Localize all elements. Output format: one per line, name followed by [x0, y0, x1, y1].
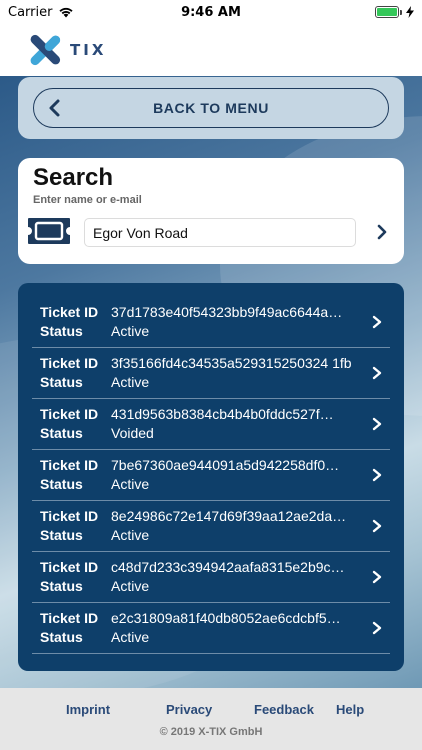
ticket-id-value: 3f35166fd4c34535a529315250324 1fb — [111, 355, 352, 371]
ticket-row[interactable]: Ticket ID 431d9563b8384cb4b4b0fddc527f… S… — [32, 399, 390, 450]
ticket-status-label: Status — [40, 374, 83, 390]
copyright: © 2019 X-TIX GmbH — [159, 726, 263, 738]
wifi-icon — [59, 7, 74, 18]
ticket-icon — [28, 218, 70, 244]
chevron-right-icon — [372, 519, 382, 533]
ticket-status-value: Active — [111, 527, 150, 543]
ticket-list: Ticket ID 37d1783e40f54323bb9f49ac6644a… … — [18, 283, 404, 671]
chevron-right-icon — [372, 468, 382, 482]
ticket-status-value: Active — [111, 629, 150, 645]
footer-link-feedback[interactable]: Feedback — [254, 702, 314, 717]
logo-text: TIX — [70, 41, 107, 59]
ticket-status-value: Active — [111, 476, 150, 492]
footer-link-privacy[interactable]: Privacy — [166, 702, 212, 717]
ticket-status-value: Voided — [111, 425, 154, 441]
footer-links: Imprint Privacy Feedback Help — [0, 702, 422, 720]
ticket-id-value: 37d1783e40f54323bb9f49ac6644a… — [111, 304, 343, 320]
search-subtitle: Enter name or e-mail — [33, 194, 142, 206]
battery-icon — [375, 6, 402, 18]
ticket-id-value: 8e24986c72e147d69f39aa12ae2da… — [111, 508, 347, 524]
search-title: Search — [33, 164, 114, 191]
back-to-menu-label: BACK TO MENU — [153, 100, 269, 116]
x-logo-icon — [30, 34, 61, 66]
chevron-left-icon — [49, 99, 60, 117]
ticket-status-label: Status — [40, 476, 83, 492]
footer-link-help[interactable]: Help — [336, 702, 364, 717]
ticket-row[interactable]: Ticket ID 37d1783e40f54323bb9f49ac6644a… … — [32, 297, 390, 348]
ticket-row[interactable]: Ticket ID c48d7d233c394942aafa8315e2b9c… … — [32, 552, 390, 603]
chevron-right-icon — [372, 570, 382, 584]
ticket-id-value: c48d7d233c394942aafa8315e2b9c… — [111, 559, 345, 575]
chevron-right-icon — [372, 366, 382, 380]
footer-link-imprint[interactable]: Imprint — [66, 702, 110, 717]
xtix-logo: TIX — [28, 33, 106, 67]
chevron-right-icon — [372, 621, 382, 635]
ticket-id-label: Ticket ID — [40, 559, 99, 575]
ticket-status-label: Status — [40, 578, 83, 594]
back-panel: BACK TO MENU — [18, 77, 404, 139]
ticket-id-label: Ticket ID — [40, 304, 99, 320]
ticket-row[interactable]: Ticket ID 7be67360ae944091a5d942258df0… S… — [32, 450, 390, 501]
ticket-id-value: 431d9563b8384cb4b4b0fddc527f… — [111, 406, 334, 422]
app-header: TIX — [0, 24, 422, 76]
ticket-status-label: Status — [40, 425, 83, 441]
ticket-status-value: Active — [111, 374, 150, 390]
battery-level — [377, 8, 397, 16]
ticket-status-label: Status — [40, 527, 83, 543]
chevron-right-icon — [372, 417, 382, 431]
ticket-id-label: Ticket ID — [40, 610, 99, 626]
ticket-row[interactable]: Ticket ID 3f35166fd4c34535a529315250324 1… — [32, 348, 390, 399]
search-input[interactable] — [84, 218, 356, 247]
ticket-id-label: Ticket ID — [40, 406, 99, 422]
ticket-id-value: e2c31809a81f40db8052ae6cdcbf5… — [111, 610, 341, 626]
ticket-id-value: 7be67360ae944091a5d942258df0… — [111, 457, 340, 473]
ticket-id-label: Ticket ID — [40, 457, 99, 473]
search-card: Search Enter name or e-mail — [18, 158, 404, 264]
chevron-right-icon[interactable] — [372, 222, 392, 242]
ticket-id-label: Ticket ID — [40, 508, 99, 524]
ticket-status-label: Status — [40, 323, 83, 339]
footer: Imprint Privacy Feedback Help © 2019 X-T… — [0, 688, 422, 750]
ticket-status-value: Active — [111, 578, 150, 594]
charging-icon — [406, 6, 414, 18]
carrier-label: Carrier — [8, 4, 53, 20]
chevron-right-icon — [372, 315, 382, 329]
ticket-row[interactable]: Ticket ID 8e24986c72e147d69f39aa12ae2da… … — [32, 501, 390, 552]
ticket-status-value: Active — [111, 323, 150, 339]
ticket-status-label: Status — [40, 629, 83, 645]
ticket-id-label: Ticket ID — [40, 355, 99, 371]
status-bar: Carrier 9:46 AM — [0, 0, 422, 24]
ticket-row[interactable]: Ticket ID e2c31809a81f40db8052ae6cdcbf5… … — [32, 603, 390, 654]
back-to-menu-button[interactable]: BACK TO MENU — [33, 88, 389, 128]
